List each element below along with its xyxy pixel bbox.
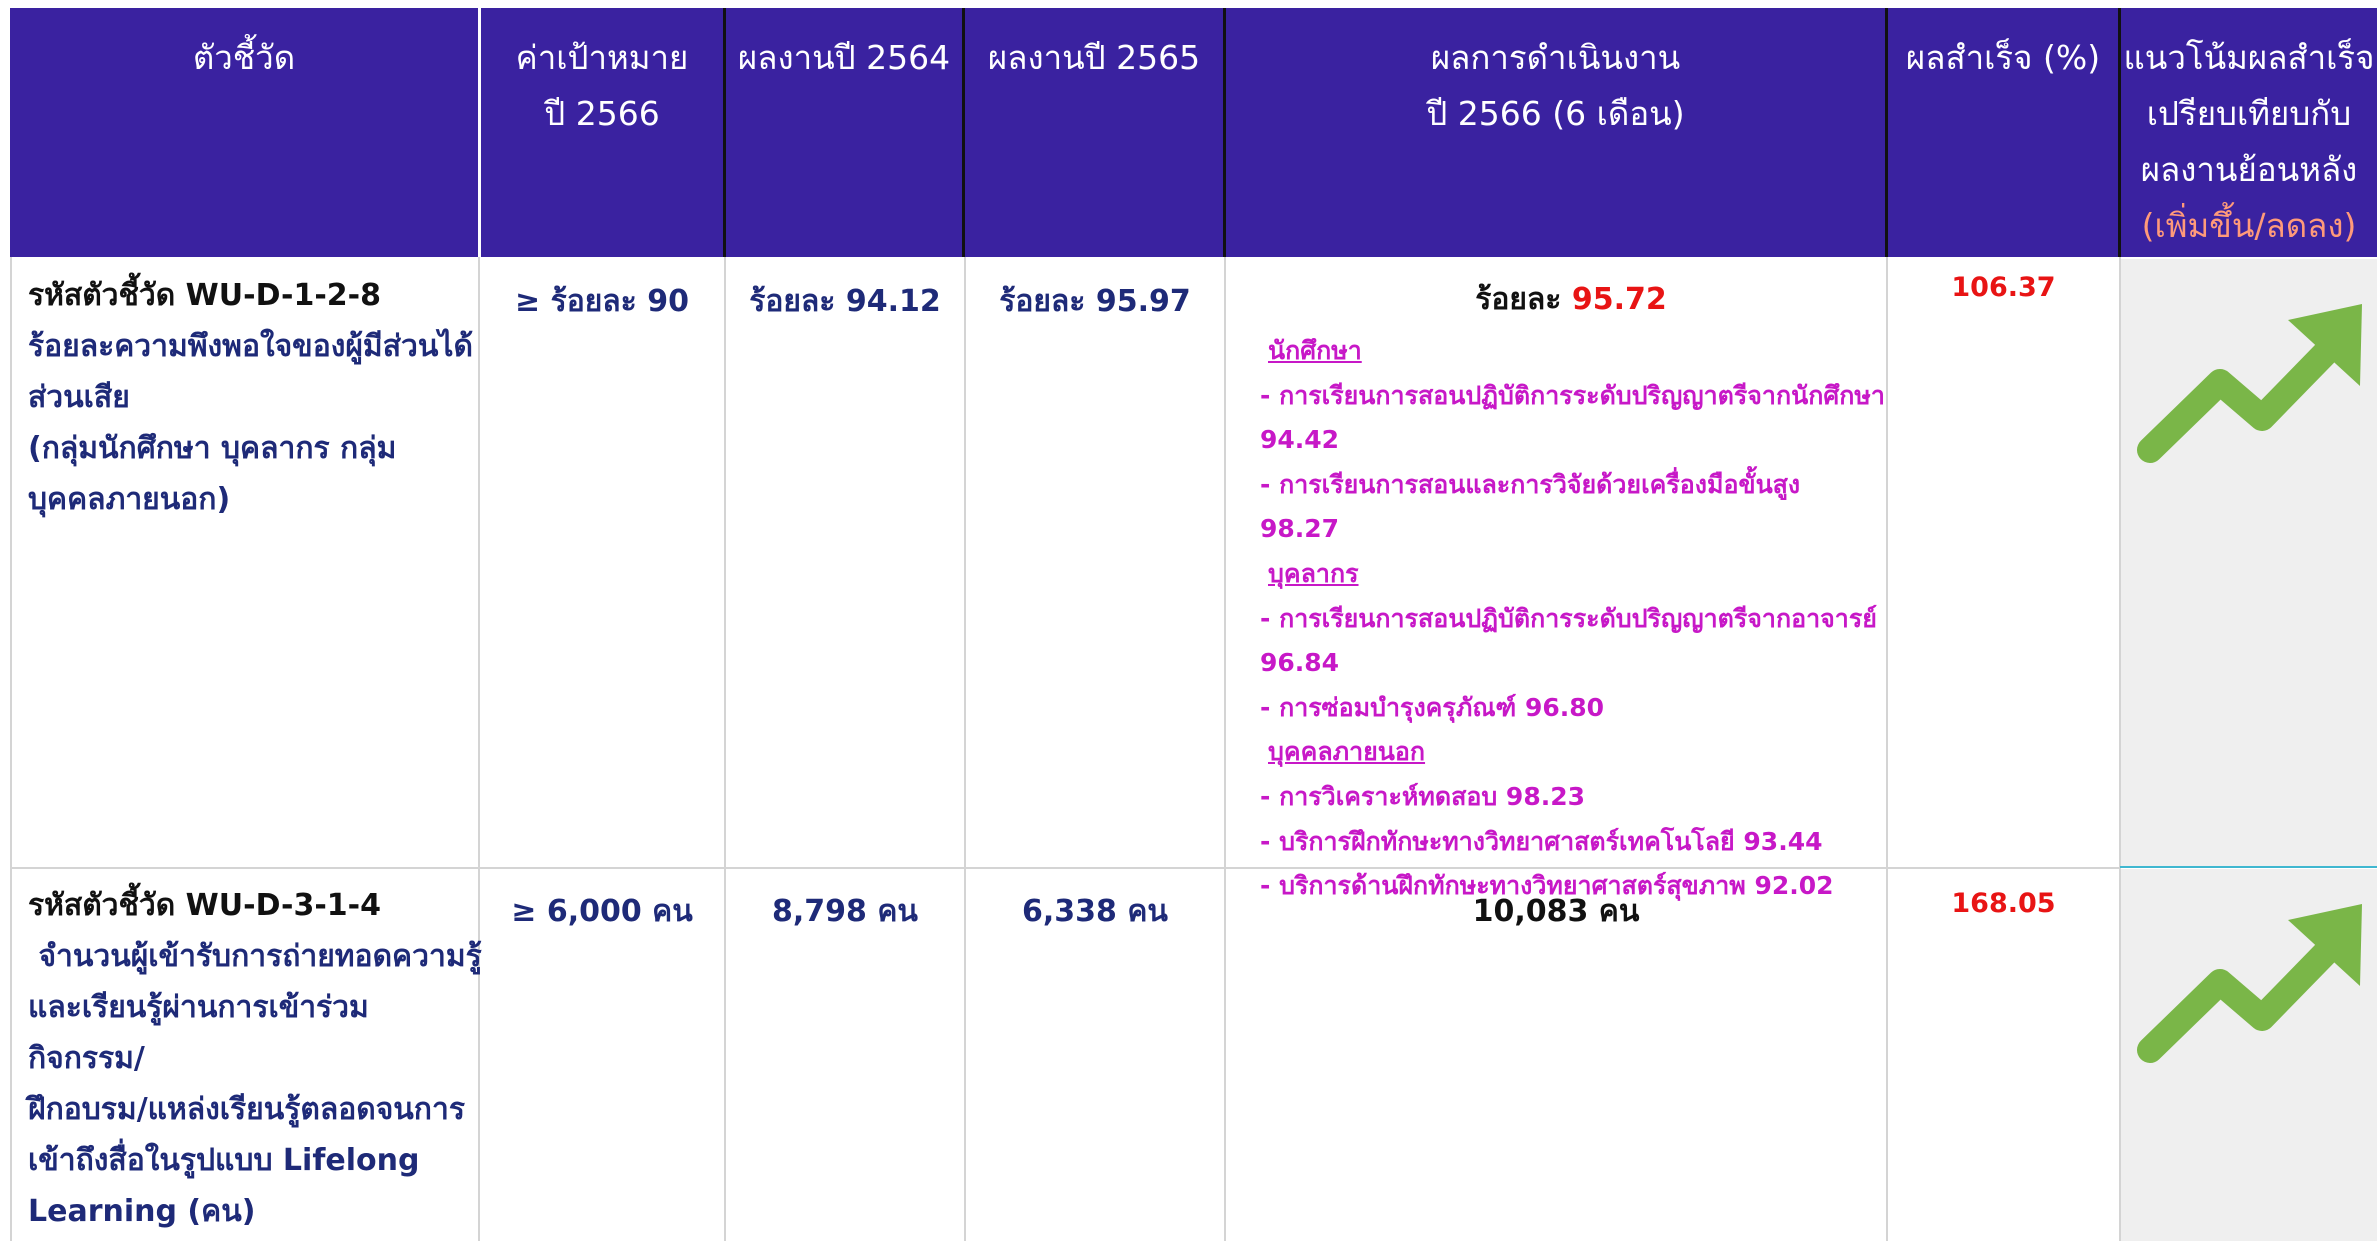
grid-line (10, 257, 12, 1241)
grid-line (964, 257, 966, 1241)
target-value: ≥ ร้อยละ 90 (515, 284, 689, 319)
header-trend-label-1: แนวโน้มผลสำเร็จ (2123, 38, 2375, 77)
grid-line (724, 257, 726, 1241)
row-divider-accent (2120, 866, 2377, 868)
header-target: ค่าเป้าหมาย ปี 2566 (481, 8, 723, 257)
success-percent: 106.37 (1951, 272, 2056, 303)
header-divider (723, 8, 726, 257)
header-result-label-2: ปี 2566 (6 เดือน) (1426, 94, 1685, 133)
result-2564: 8,798 คน (772, 894, 918, 929)
result-2566-value: 95.72 (1571, 282, 1667, 317)
table-row-indicator: รหัสตัวชี้วัด WU-D-3-1-4 จำนวนผู้เข้ารับ… (28, 880, 482, 1237)
header-divider (1223, 8, 1226, 257)
result-2564: ร้อยละ 94.12 (749, 284, 941, 319)
detail-item: - การเรียนการสอนปฏิบัติการระดับปริญญาตรี… (1260, 380, 1885, 410)
header-indicator: ตัวชี้วัด (10, 8, 478, 257)
table-row-indicator: รหัสตัวชี้วัด WU-D-1-2-8 ร้อยละความพึงพอ… (28, 270, 474, 525)
indicator-name-line: บุคคลภายนอก) (28, 482, 231, 517)
header-result-label-1: ผลการดำเนินงาน (1430, 38, 1681, 77)
trend-arrow-line (2137, 925, 2353, 1063)
indicator-code: รหัสตัวชี้วัด WU-D-3-1-4 (28, 888, 381, 923)
result-2566-prefix: ร้อยละ (1475, 282, 1572, 317)
target-value: ≥ 6,000 คน (511, 894, 693, 929)
header-2565-label: ผลงานปี 2565 (987, 38, 1201, 77)
header-trend: แนวโน้มผลสำเร็จ เปรียบเทียบกับ ผลงานย้อน… (2121, 8, 2377, 257)
indicator-name-line: ส่วนเสีย (28, 380, 130, 415)
header-2564-label: ผลงานปี 2564 (737, 38, 951, 77)
header-trend-label-3: ผลงานย้อนหลัง (2140, 150, 2358, 189)
header-target-label-1: ค่าเป้าหมาย (515, 38, 689, 77)
header-trend-label-2: เปรียบเทียบกับ (2146, 94, 2352, 133)
result-2566-cell: ร้อยละ 95.72 นักศึกษา - การเรียนการสอนปฏ… (1226, 276, 1886, 909)
trend-up-arrow-icon (2137, 304, 2362, 463)
indicator-name-line: จำนวนผู้เข้ารับการถ่ายทอดความรู้ (28, 939, 482, 974)
result-2566-headline: 10,083 คน (1226, 888, 1886, 935)
detail-item: - การเรียนการสอนปฏิบัติการระดับปริญญาตรี… (1260, 603, 1877, 633)
result-2566-headline: ร้อยละ 95.72 (1226, 276, 1886, 323)
indicator-name-line: (กลุ่มนักศึกษา บุคลากร กลุ่ม (28, 431, 397, 466)
indicator-name-line: และเรียนรู้ผ่านการเข้าร่วมกิจกรรม/ (28, 990, 369, 1076)
grid-line (1886, 257, 1888, 1241)
grid-line (478, 257, 480, 1241)
success-percent: 168.05 (1951, 888, 2056, 919)
header-indicator-label: ตัวชี้วัด (192, 38, 296, 77)
kpi-table: ตัวชี้วัด ค่าเป้าหมาย ปี 2566 ผลงานปี 25… (0, 0, 2377, 1241)
header-divider (1885, 8, 1888, 257)
indicator-name-line: ฝึกอบรม/แหล่งเรียนรู้ตลอดจนการ (28, 1092, 465, 1127)
result-2565: 6,338 คน (1022, 894, 1168, 929)
indicator-code: รหัสตัวชี้วัด WU-D-1-2-8 (28, 278, 381, 313)
detail-item: - บริการฝึกทักษะทางวิทยาศาสตร์เทคโนโลยี … (1260, 826, 1823, 856)
indicator-name-line: เข้าถึงสื่อในรูปแบบ Lifelong (28, 1143, 420, 1178)
result-2566-details: นักศึกษา - การเรียนการสอนปฏิบัติการระดับ… (1226, 329, 1886, 909)
grid-line (2119, 257, 2121, 1241)
detail-group-students: นักศึกษา (1268, 336, 1362, 365)
header-trend-label-4: (เพิ่มขึ้น/ลดลง) (2141, 206, 2357, 245)
detail-group-staff: บุคลากร (1268, 558, 1359, 588)
header-2564: ผลงานปี 2564 (726, 8, 962, 257)
result-2565: ร้อยละ 95.97 (999, 284, 1191, 319)
header-divider (962, 8, 965, 257)
detail-group-external: บุคคลภายนอก (1268, 737, 1426, 767)
header-divider (2118, 8, 2121, 257)
detail-item: 96.84 (1260, 648, 1340, 678)
trend-up-arrow-icon (2137, 904, 2362, 1063)
detail-item: 94.42 (1260, 425, 1340, 455)
detail-item: - การวิเคราะห์ทดสอบ 98.23 (1260, 781, 1585, 811)
header-result: ผลการดำเนินงาน ปี 2566 (6 เดือน) (1226, 8, 1885, 257)
header-target-label-2: ปี 2566 (544, 94, 660, 133)
header-2565: ผลงานปี 2565 (965, 8, 1223, 257)
trend-arrow-line (2137, 325, 2353, 463)
header-success: ผลสำเร็จ (%) (1888, 8, 2118, 257)
header-success-label: ผลสำเร็จ (%) (1905, 38, 2101, 77)
indicator-name-line: Learning (คน) (28, 1194, 256, 1229)
indicator-name-line: ร้อยละความพึงพอใจของผู้มีส่วนได้ (28, 329, 473, 364)
result-2566-prefix: 10,083 คน (1472, 894, 1640, 929)
detail-item: - การเรียนการสอนและการวิจัยด้วยเครื่องมื… (1260, 469, 1801, 544)
detail-item: - การซ่อมบำรุงครุภัณฑ์ 96.80 (1260, 692, 1605, 722)
